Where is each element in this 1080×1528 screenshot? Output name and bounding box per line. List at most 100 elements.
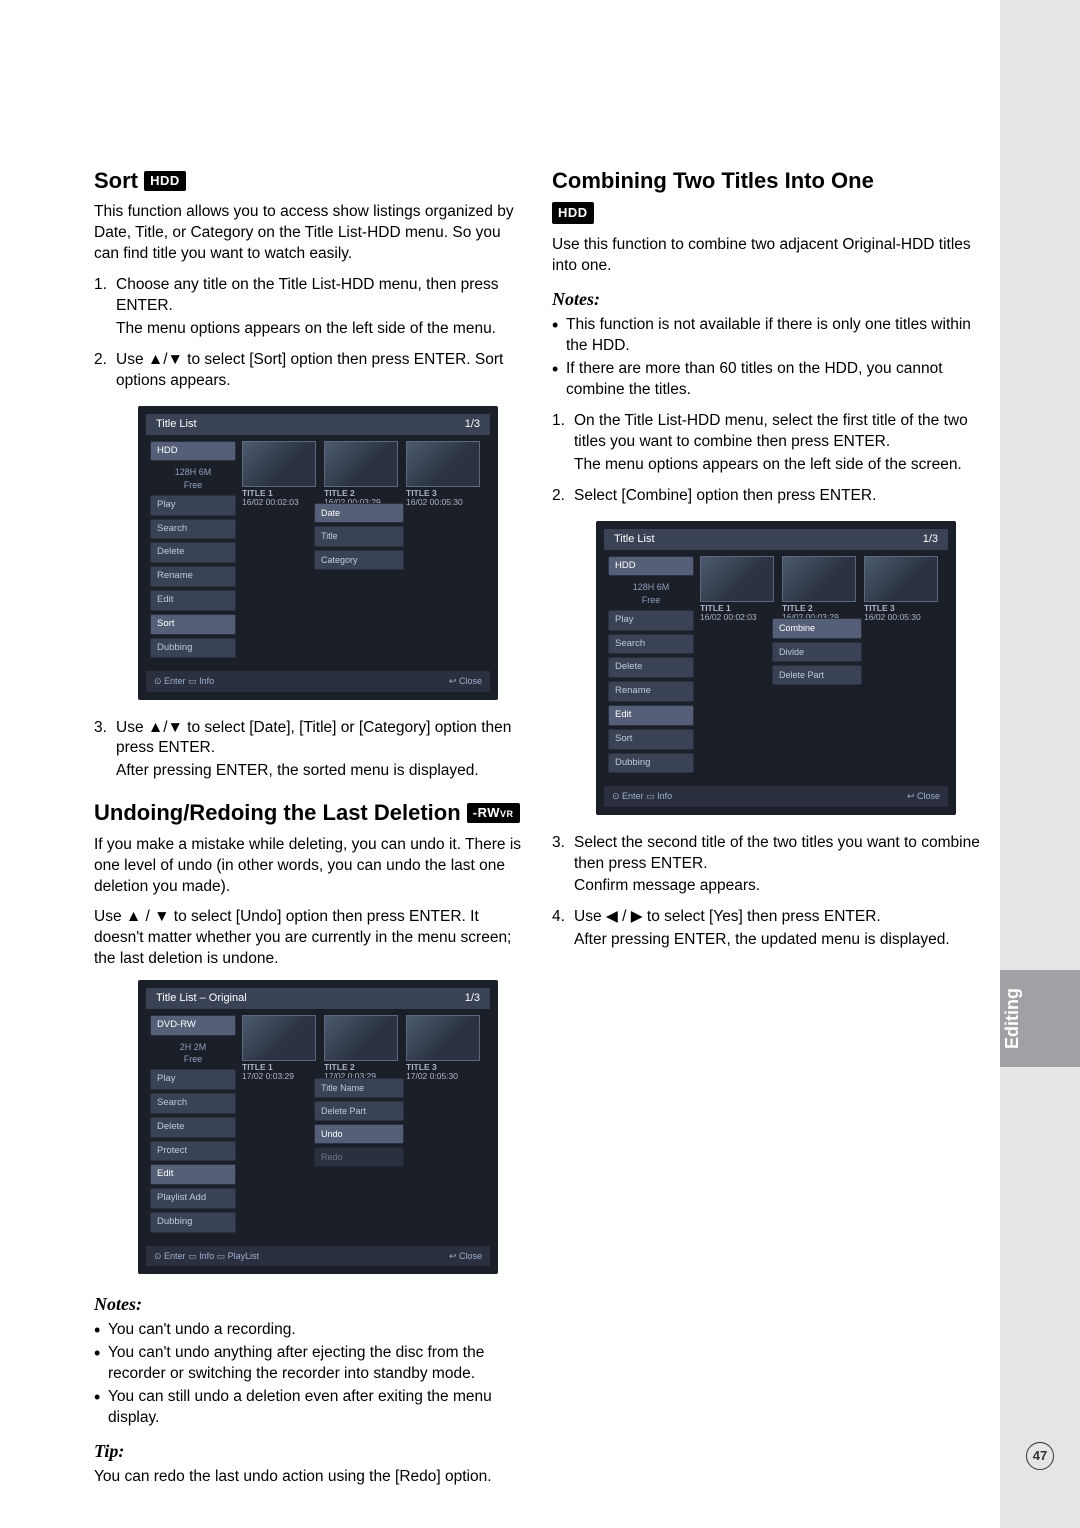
sc1-f-info: Info bbox=[199, 676, 214, 686]
sort-intro: This function allows you to access show … bbox=[94, 202, 526, 265]
sc2-thumb3 bbox=[406, 1015, 480, 1061]
combine-note-1: This function is not available if there … bbox=[552, 315, 984, 357]
heading-combine: Combining Two Titles Into One bbox=[552, 168, 984, 194]
sc3-dub: Dubbing bbox=[608, 753, 694, 774]
sc1-rename: Rename bbox=[150, 566, 236, 587]
sc3-sub-combine: Combine bbox=[772, 618, 862, 638]
combine-step-3: 3. Select the second title of the two ti… bbox=[552, 833, 984, 898]
combine-step-2-text: Select [Combine] option then press ENTER… bbox=[574, 487, 876, 504]
combine-steps-1: 1. On the Title List-HDD menu, select th… bbox=[552, 411, 984, 507]
sc3-page: 1/3 bbox=[923, 532, 938, 547]
sc2-f-close: Close bbox=[459, 1251, 482, 1261]
sc1-thumb2 bbox=[324, 441, 398, 487]
sc1-t1s: 16/02 00:02:03 bbox=[242, 497, 299, 507]
sc2-pladd: Playlist Add bbox=[150, 1188, 236, 1209]
sc2-thumb2 bbox=[324, 1015, 398, 1061]
undo-notes-h: Notes: bbox=[94, 1292, 526, 1316]
sort-step-1a: Choose any title on the Title List-HDD m… bbox=[116, 276, 499, 314]
heading-undo: Undoing/Redoing the Last Deletion -RWVR bbox=[94, 800, 526, 826]
sort-step-3b: After pressing ENTER, the sorted menu is… bbox=[116, 761, 526, 782]
sc3-f-enter: Enter bbox=[622, 791, 644, 801]
sc1-dub: Dubbing bbox=[150, 638, 236, 659]
sc3-sub-divide: Divide bbox=[772, 642, 862, 662]
sc1-delete: Delete bbox=[150, 542, 236, 563]
sc2-play: Play bbox=[150, 1069, 236, 1090]
sc2-search: Search bbox=[150, 1093, 236, 1114]
badge-hdd: HDD bbox=[144, 171, 186, 191]
badge-hdd-2: HDD bbox=[552, 202, 594, 224]
sc2-disk: DVD-RW bbox=[150, 1015, 236, 1036]
screenshot-sort-menu: Title List1/3 HDD 128H 6MFree Play Searc… bbox=[138, 406, 498, 700]
sc2-free-l: Free bbox=[184, 1054, 203, 1064]
combine-intro: Use this function to combine two adjacen… bbox=[552, 235, 984, 277]
combine-note-2: If there are more than 60 titles on the … bbox=[552, 359, 984, 401]
left-column: Sort HDD This function allows you to acc… bbox=[94, 168, 526, 1498]
undo-note-2: You can't undo anything after ejecting t… bbox=[94, 1343, 526, 1385]
combine-notes-h: Notes: bbox=[552, 287, 984, 311]
screenshot-undo-menu: Title List – Original1/3 DVD-RW 2H 2MFre… bbox=[138, 980, 498, 1274]
sc2-protect: Protect bbox=[150, 1141, 236, 1162]
sc3-f-info: Info bbox=[657, 791, 672, 801]
sc3-f-close: Close bbox=[917, 791, 940, 801]
sc2-sub-dpart: Delete Part bbox=[314, 1101, 404, 1121]
sc3-sub-dpart: Delete Part bbox=[772, 665, 862, 685]
combine-steps-2: 3. Select the second title of the two ti… bbox=[552, 833, 984, 952]
undo-p2: Use ▲ / ▼ to select [Undo] option then p… bbox=[94, 907, 526, 970]
sc2-delete: Delete bbox=[150, 1117, 236, 1138]
sc3-disk: HDD bbox=[608, 556, 694, 577]
undo-tip: You can redo the last undo action using … bbox=[94, 1467, 526, 1488]
sort-step-2: 2. Use ▲/▼ to select [Sort] option then … bbox=[94, 350, 526, 392]
sort-step-2-text: Use ▲/▼ to select [Sort] option then pre… bbox=[116, 351, 503, 389]
sc3-header: Title List bbox=[614, 532, 655, 547]
combine-step-1a: On the Title List-HDD menu, select the f… bbox=[574, 412, 968, 450]
sort-steps: 1. Choose any title on the Title List-HD… bbox=[94, 275, 526, 392]
sc1-play: Play bbox=[150, 495, 236, 516]
sc3-t3s: 16/02 00:05:30 bbox=[864, 612, 921, 622]
sc2-sub-tname: Title Name bbox=[314, 1078, 404, 1098]
sc2-page: 1/3 bbox=[465, 991, 480, 1006]
combine-step-4: 4. Use ◀ / ▶ to select [Yes] then press … bbox=[552, 907, 984, 951]
combine-step-4b: After pressing ENTER, the updated menu i… bbox=[574, 930, 984, 951]
sc3-rename: Rename bbox=[608, 681, 694, 702]
sc1-disk: HDD bbox=[150, 441, 236, 462]
sc2-header: Title List – Original bbox=[156, 991, 247, 1006]
sc1-thumb3 bbox=[406, 441, 480, 487]
sc3-sort: Sort bbox=[608, 729, 694, 750]
sort-steps-cont: 3. Use ▲/▼ to select [Date], [Title] or … bbox=[94, 718, 526, 783]
sc3-play: Play bbox=[608, 610, 694, 631]
combine-step-1b: The menu options appears on the left sid… bbox=[574, 455, 984, 476]
page-number: 47 bbox=[1026, 1442, 1054, 1470]
sc2-dub: Dubbing bbox=[150, 1212, 236, 1233]
sc1-sub-title: Title bbox=[314, 526, 404, 546]
sc3-t1s: 16/02 00:02:03 bbox=[700, 612, 757, 622]
undo-notes-list: You can't undo a recording. You can't un… bbox=[94, 1320, 526, 1429]
sc1-thumb1 bbox=[242, 441, 316, 487]
combine-step-3a: Select the second title of the two title… bbox=[574, 834, 980, 872]
page-content: Sort HDD This function allows you to acc… bbox=[94, 168, 984, 1498]
sc2-t3s: 17/02 0:05:30 bbox=[406, 1071, 458, 1081]
sc1-page: 1/3 bbox=[465, 417, 480, 432]
sort-step-3: 3. Use ▲/▼ to select [Date], [Title] or … bbox=[94, 718, 526, 783]
combine-step-3b: Confirm message appears. bbox=[574, 876, 984, 897]
sc1-search: Search bbox=[150, 519, 236, 540]
undo-tip-h: Tip: bbox=[94, 1439, 526, 1463]
badge-rw-text: -RW bbox=[473, 805, 500, 820]
sort-step-3a: Use ▲/▼ to select [Date], [Title] or [Ca… bbox=[116, 719, 511, 757]
heading-sort-text: Sort bbox=[94, 168, 138, 193]
sc1-sub-date: Date bbox=[314, 503, 404, 523]
sort-step-1: 1. Choose any title on the Title List-HD… bbox=[94, 275, 526, 340]
sc2-sub-undo: Undo bbox=[314, 1124, 404, 1144]
side-tab-editing: Editing bbox=[1000, 970, 1080, 1067]
sc3-thumb1 bbox=[700, 556, 774, 602]
heading-undo-text: Undoing/Redoing the Last Deletion bbox=[94, 800, 461, 825]
badge-vr-sub: VR bbox=[500, 809, 514, 819]
sc2-f-enter: Enter bbox=[164, 1251, 186, 1261]
sc2-f-info: Info bbox=[199, 1251, 214, 1261]
sc1-f-close: Close bbox=[459, 676, 482, 686]
sc1-t3s: 16/02 00:05:30 bbox=[406, 497, 463, 507]
combine-step-4a: Use ◀ / ▶ to select [Yes] then press ENT… bbox=[574, 908, 881, 925]
sc3-thumb3 bbox=[864, 556, 938, 602]
combine-step-1: 1. On the Title List-HDD menu, select th… bbox=[552, 411, 984, 476]
sc2-t1s: 17/02 0:03:29 bbox=[242, 1071, 294, 1081]
sc3-free-l: Free bbox=[642, 595, 661, 605]
